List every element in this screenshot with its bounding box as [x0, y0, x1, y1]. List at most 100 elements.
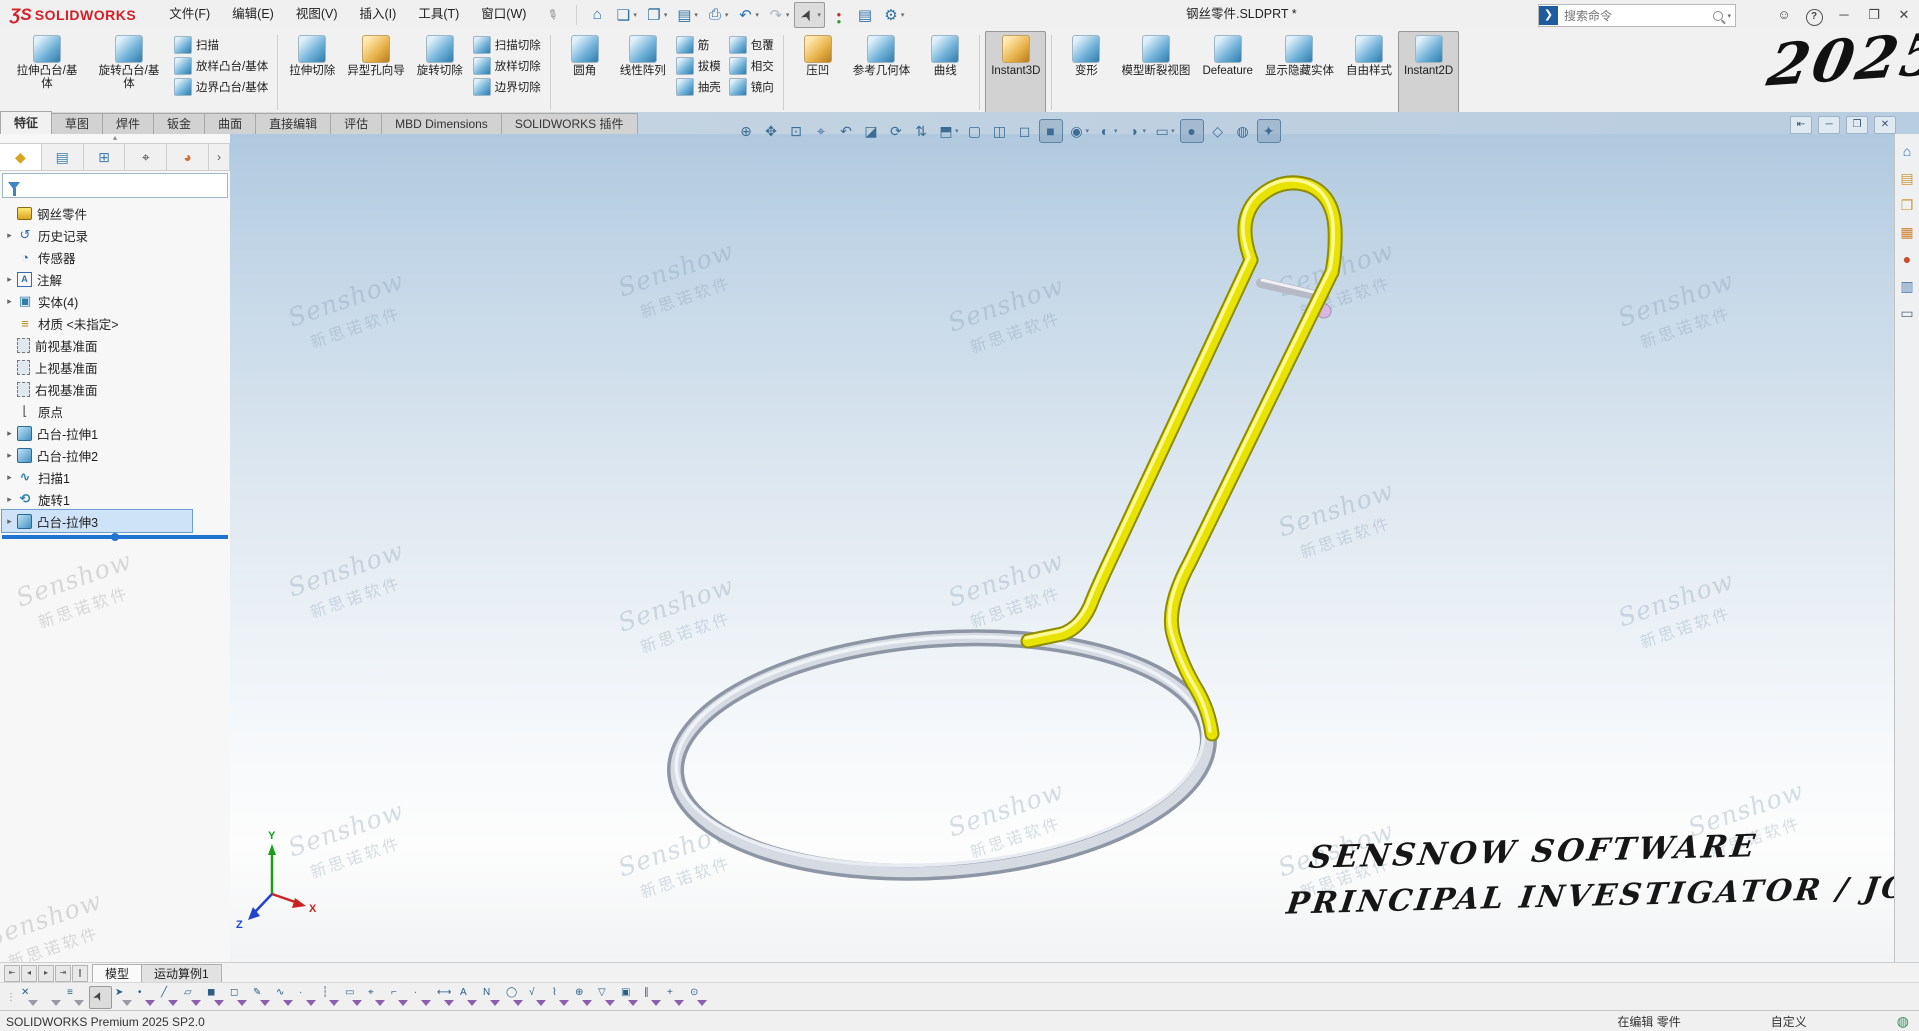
tree-filter[interactable]: [2, 173, 228, 198]
tree-item-history[interactable]: ▸ ↺ 历史记录: [2, 224, 230, 246]
view-settings-icon[interactable]: ▭▾: [1151, 120, 1177, 142]
tree-item-boss-extrude3[interactable]: ▸ 凸台-拉伸3: [2, 510, 192, 532]
boundary-cut-button[interactable]: 边界切除: [469, 76, 545, 97]
filter-surface-bodies-button[interactable]: ◻: [229, 987, 250, 1008]
dock-featuremanager-button[interactable]: ⇤: [1790, 116, 1812, 134]
custom-properties-icon[interactable]: ▥: [1898, 277, 1916, 295]
instant3d-button[interactable]: Instant3D: [985, 31, 1046, 114]
tree-item-annotations[interactable]: ▸ A 注解: [2, 268, 230, 290]
shell-button[interactable]: 抽壳: [672, 76, 725, 97]
linear-pattern-button[interactable]: 线性阵列: [614, 31, 672, 114]
select-cursor-button[interactable]: ➤▾: [794, 2, 825, 28]
restore-doc-button[interactable]: ❐: [1846, 116, 1868, 134]
minimize-doc-button[interactable]: ─: [1818, 116, 1840, 134]
apply-scene-icon[interactable]: ◑▾: [1123, 120, 1149, 142]
lofted-boss-base-button[interactable]: 放样凸台/基体: [170, 55, 272, 76]
tab-solidworks-addins[interactable]: SOLIDWORKS 插件: [501, 113, 638, 134]
tree-item-sensors[interactable]: ◔ 传感器: [2, 246, 230, 268]
filter-blocks-button[interactable]: ▣: [620, 987, 641, 1008]
motion-study-tab[interactable]: 运动算例1: [141, 964, 222, 983]
menu-item[interactable]: 编辑(E): [221, 0, 285, 29]
tree-item-top-plane[interactable]: 上视基准面: [2, 356, 230, 378]
configurationmanager-tab[interactable]: ⊞: [84, 144, 126, 170]
design-library-icon[interactable]: ▤: [1898, 169, 1916, 187]
tree-item-right-plane[interactable]: 右视基准面: [2, 378, 230, 400]
help-button[interactable]: ?: [1799, 0, 1829, 29]
magnify-icon[interactable]: ⌖: [810, 120, 832, 142]
command-search[interactable]: ❯ ▾: [1538, 4, 1736, 27]
filter-balloons-button[interactable]: ◯: [505, 987, 526, 1008]
select-tool-button[interactable]: ➤: [89, 986, 112, 1009]
display-style-shaded-icon[interactable]: ■: [1039, 119, 1063, 143]
sweep-button[interactable]: 扫描: [170, 34, 272, 55]
freeform-button[interactable]: 自由样式: [1340, 31, 1398, 114]
status-custom[interactable]: 自定义: [1771, 1013, 1807, 1030]
rib-button[interactable]: 筋: [672, 34, 725, 55]
filter-axes-button[interactable]: ┆: [321, 987, 342, 1008]
expand-arrow-icon[interactable]: ▸: [2, 494, 17, 505]
dimxpertmanager-tab[interactable]: ⌖: [125, 144, 167, 170]
filter-points-button[interactable]: ∙: [413, 987, 434, 1008]
rotate-view-icon[interactable]: ⟳: [885, 120, 907, 142]
hide-show-items-icon[interactable]: ◉▾: [1066, 120, 1092, 142]
tree-item-material[interactable]: ≡ 材质 <未指定>: [2, 312, 230, 334]
expand-arrow-icon[interactable]: ▸: [2, 450, 17, 461]
ambient-occlusion-icon[interactable]: ◍: [1232, 120, 1254, 142]
filter-planes-button[interactable]: ▭: [344, 987, 365, 1008]
filter-vertices-button[interactable]: •: [137, 987, 158, 1008]
tree-item-solid-bodies[interactable]: ▸ ▣ 实体(4): [2, 290, 230, 312]
redo-button[interactable]: ↷▾: [764, 3, 793, 27]
search-input[interactable]: [1562, 8, 1713, 24]
filter-gtol-button[interactable]: ⊕: [574, 987, 595, 1008]
options-button[interactable]: ⚙▾: [879, 3, 908, 27]
display-style-wireframe-icon[interactable]: ▢: [964, 120, 986, 142]
filter-origins-button[interactable]: ⌖: [367, 987, 388, 1008]
filter-notes-button[interactable]: N: [482, 987, 503, 1008]
expand-arrow-icon[interactable]: ▸: [2, 472, 17, 483]
filter-midpoints-button[interactable]: ·: [298, 987, 319, 1008]
expand-panel-tab[interactable]: ›: [209, 144, 230, 170]
filter-routing-points-button[interactable]: ⊙: [689, 987, 710, 1008]
propertymanager-tab[interactable]: ▤: [42, 144, 84, 170]
appearances-scenes-icon[interactable]: ●: [1898, 250, 1916, 268]
file-properties-button[interactable]: ▤: [853, 3, 877, 27]
model-tab[interactable]: 模型: [92, 964, 142, 983]
menu-item[interactable]: 文件(F): [158, 0, 221, 29]
expand-arrow-icon[interactable]: ▸: [2, 428, 17, 439]
tree-item-origin[interactable]: ⌊ 原点: [2, 400, 230, 422]
resources-home-icon[interactable]: ⌂: [1898, 142, 1916, 160]
tree-item-boss-extrude2[interactable]: ▸ 凸台-拉伸2: [2, 444, 230, 466]
screen-icon[interactable]: ▭: [1898, 304, 1916, 322]
file-explorer-icon[interactable]: ❐: [1898, 196, 1916, 214]
boundary-boss-base-button[interactable]: 边界凸台/基体: [170, 76, 272, 97]
display-style-no-edges-icon[interactable]: ◻: [1014, 120, 1036, 142]
toggle-selection-filters-button[interactable]: [43, 987, 64, 1008]
filter-edges-button[interactable]: ╱: [160, 987, 181, 1008]
rollback-bar[interactable]: [2, 535, 228, 539]
render-tools-icon[interactable]: ✦: [1257, 119, 1281, 143]
tab-mbd-dimensions[interactable]: MBD Dimensions: [381, 113, 502, 134]
curves-button[interactable]: 曲线: [916, 31, 974, 114]
ring-body[interactable]: [667, 620, 1216, 890]
tree-item-front-plane[interactable]: 前视基准面: [2, 334, 230, 356]
pan-icon[interactable]: ✥: [760, 120, 782, 142]
zoom-area-icon[interactable]: ⊡: [785, 120, 807, 142]
rebuild-button[interactable]: ●: [827, 3, 851, 27]
filter-coordinate-systems-button[interactable]: ⌐: [390, 987, 411, 1008]
menu-item[interactable]: 工具(T): [407, 0, 470, 29]
fillet-button[interactable]: 圆角: [556, 31, 614, 114]
shadows-icon[interactable]: ●: [1180, 119, 1204, 143]
filter-sketch-button[interactable]: ✎: [252, 987, 273, 1008]
undo-button[interactable]: ↶▾: [733, 3, 762, 27]
first-tab-button[interactable]: ⇤: [4, 965, 20, 982]
filter-stack-button[interactable]: ≡: [66, 987, 87, 1008]
filter-annotations-button[interactable]: A: [459, 987, 480, 1008]
view-orientation-icon[interactable]: ⬒▾: [935, 120, 961, 142]
toolbar-drag-handle[interactable]: ⋮: [6, 992, 15, 1003]
home-button[interactable]: ⌂: [585, 3, 609, 27]
tab-splitter-handle[interactable]: ∥: [72, 965, 88, 982]
filter-cosmetic-threads-button[interactable]: ∥: [643, 987, 664, 1008]
last-tab-button[interactable]: ⇥: [55, 965, 71, 982]
wrap-button[interactable]: 包覆: [725, 34, 778, 55]
displaymanager-tab[interactable]: ◕: [167, 144, 209, 170]
